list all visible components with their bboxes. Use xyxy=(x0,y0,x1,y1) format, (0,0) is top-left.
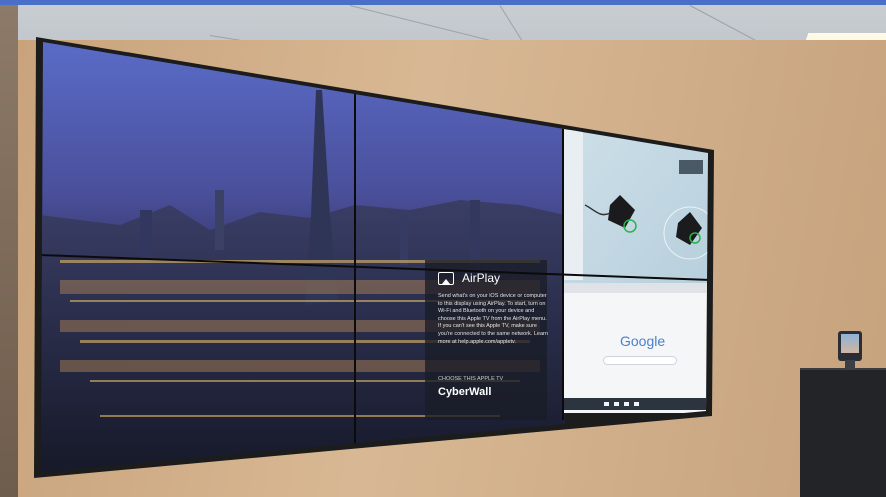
tablet-stand xyxy=(845,360,855,370)
av-cabinet xyxy=(800,368,886,497)
video-wall xyxy=(34,37,714,478)
device-name: CyberWall xyxy=(438,386,492,398)
airplay-instructions: Send what's on your iOS device or comput… xyxy=(438,293,548,345)
search-input[interactable] xyxy=(603,356,677,365)
tablet-screen xyxy=(841,334,859,353)
choose-apple-tv-label: CHOOSE THIS APPLE TV xyxy=(438,376,504,382)
photo-scene: AirPlay Send what's on your iOS device o… xyxy=(0,0,886,497)
tutorial-panel xyxy=(563,100,708,285)
airplay-icon xyxy=(438,272,454,285)
search-logo-text: Google xyxy=(620,333,666,349)
control-tablet[interactable] xyxy=(838,331,862,361)
airplay-title: AirPlay xyxy=(462,271,501,285)
search-logo: Google xyxy=(620,333,665,349)
